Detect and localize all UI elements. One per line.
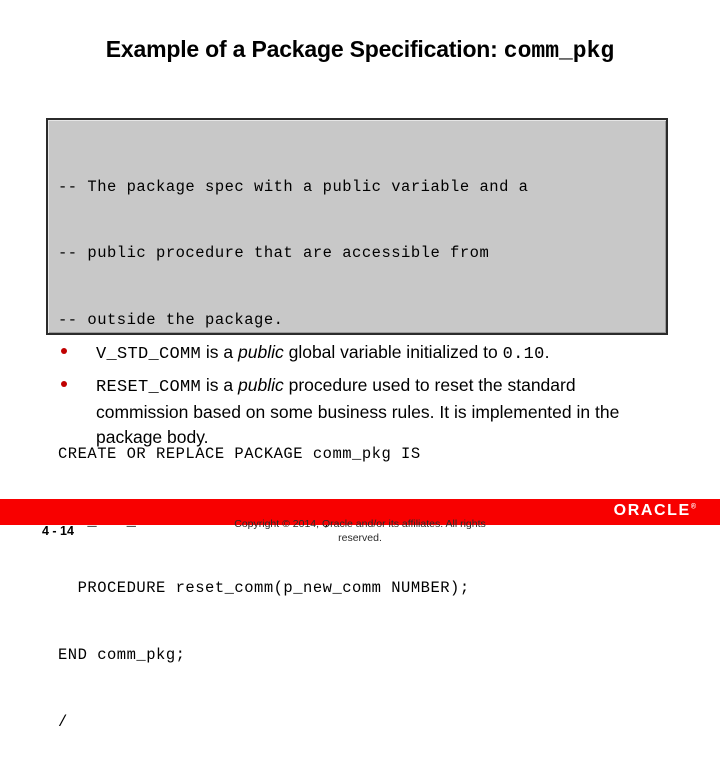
inline-emphasis: public [238,375,284,395]
code-line: PROCEDURE reset_comm(p_new_comm NUMBER); [58,578,470,597]
inline-text: is a [201,342,238,362]
slide: Example of a Package Specification: comm… [0,0,720,731]
inline-code: RESET_COMM [96,378,202,397]
copyright-notice: Copyright © 2014, Oracle and/or its affi… [0,517,720,545]
code-line: END comm_pkg; [58,645,186,664]
code-line: -- The package spec with a public variab… [58,177,529,196]
list-item: V_STD_COMM is a public global variable i… [56,340,656,367]
inline-code: V_STD_COMM [96,345,202,364]
inline-emphasis: public [238,342,284,362]
code-line: / [58,712,68,731]
inline-text: . [544,342,550,362]
code-line: -- outside the package. [58,311,284,330]
inline-code: 0.10 [502,345,545,364]
inline-text: is a [201,375,238,395]
page-title-code: comm_pkg [503,38,615,64]
code-block: -- The package spec with a public variab… [46,118,668,731]
page-title: Example of a Package Specification: comm… [0,35,720,65]
list-item-content: V_STD_COMM is a public global variable i… [96,342,550,364]
bullet-dot-icon [61,381,67,387]
list-item-content: RESET_COMM is a public procedure used to… [96,375,619,447]
bullet-list: V_STD_COMM is a public global variable i… [56,340,656,456]
copyright-line-2: reserved. [338,532,382,544]
list-item: RESET_COMM is a public procedure used to… [56,373,656,450]
bullet-dot-icon [61,348,67,354]
page-title-text: Example of a Package Specification: [105,36,504,62]
copyright-line-1: Copyright © 2014, Oracle and/or its affi… [234,518,486,530]
code-line: -- public procedure that are accessible … [58,244,490,263]
registered-trademark-icon: ® [690,503,696,511]
inline-text: global variable initialized to [283,342,503,362]
